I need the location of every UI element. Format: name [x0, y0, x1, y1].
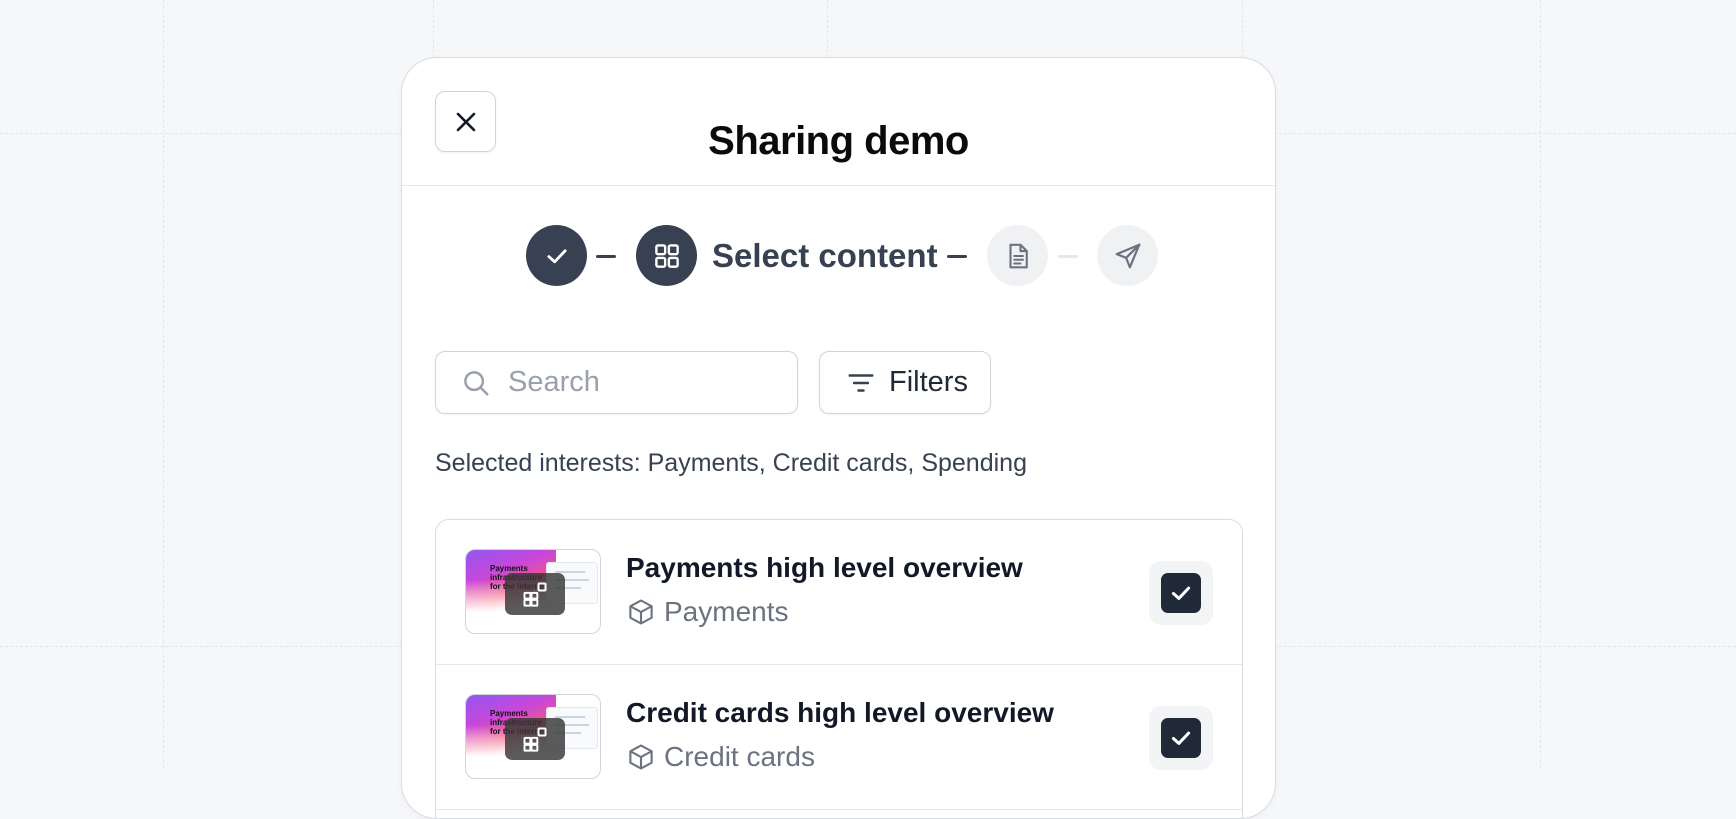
progress-stepper: Select content — [402, 225, 1275, 287]
step-connector — [947, 255, 967, 258]
search-icon — [460, 367, 492, 399]
item-category: Credit cards — [626, 740, 815, 774]
current-step-label: Select content — [712, 237, 938, 274]
step-2-active[interactable] — [636, 225, 697, 286]
item-checkbox[interactable] — [1161, 573, 1201, 613]
content-type-badge — [505, 718, 565, 760]
send-icon — [1115, 243, 1140, 268]
item-checkbox-container — [1149, 561, 1213, 625]
item-title: Credit cards high level overview — [626, 697, 1054, 728]
check-icon — [546, 248, 567, 263]
step-connector — [1058, 255, 1078, 258]
blocks-icon — [523, 727, 547, 752]
search-input[interactable] — [506, 365, 780, 400]
checkmark-icon — [1171, 586, 1191, 600]
background-grid-line — [163, 0, 164, 768]
content-type-badge — [505, 573, 565, 615]
blocks-icon — [523, 582, 547, 607]
step-1-completed[interactable] — [526, 225, 587, 286]
document-icon — [1008, 243, 1028, 268]
sharing-dialog: Sharing demo Select content Search Filte… — [401, 57, 1276, 819]
content-thumbnail: Payments infrastructure for the internet — [465, 694, 601, 779]
filter-lines-icon — [846, 368, 876, 398]
content-thumbnail: Payments infrastructure for the internet — [465, 549, 601, 634]
item-category-label: Payments — [664, 596, 789, 627]
search-field[interactable] — [435, 351, 798, 414]
item-category: Payments — [626, 595, 789, 629]
list-item[interactable]: Payments infrastructure for the internet — [436, 665, 1242, 810]
item-checkbox-container — [1149, 706, 1213, 770]
background-grid-line — [1540, 0, 1541, 768]
item-category-label: Credit cards — [664, 741, 815, 772]
checkmark-icon — [1171, 731, 1191, 745]
item-checkbox[interactable] — [1161, 718, 1201, 758]
dialog-title: Sharing demo — [708, 119, 969, 163]
step-connector — [596, 255, 616, 258]
step-3-pending[interactable] — [987, 225, 1048, 286]
grid-icon — [654, 243, 679, 268]
filters-button[interactable]: Filters — [819, 351, 991, 414]
selected-interests-text: Selected interests: Payments, Credit car… — [435, 449, 1027, 477]
content-list: Payments infrastructure for the internet — [435, 519, 1243, 818]
filters-label: Filters — [889, 366, 968, 398]
list-item[interactable]: Payments infrastructure for the internet — [436, 520, 1242, 665]
item-title: Payments high level overview — [626, 552, 1023, 583]
step-4-pending[interactable] — [1097, 225, 1158, 286]
cube-icon — [626, 597, 656, 627]
